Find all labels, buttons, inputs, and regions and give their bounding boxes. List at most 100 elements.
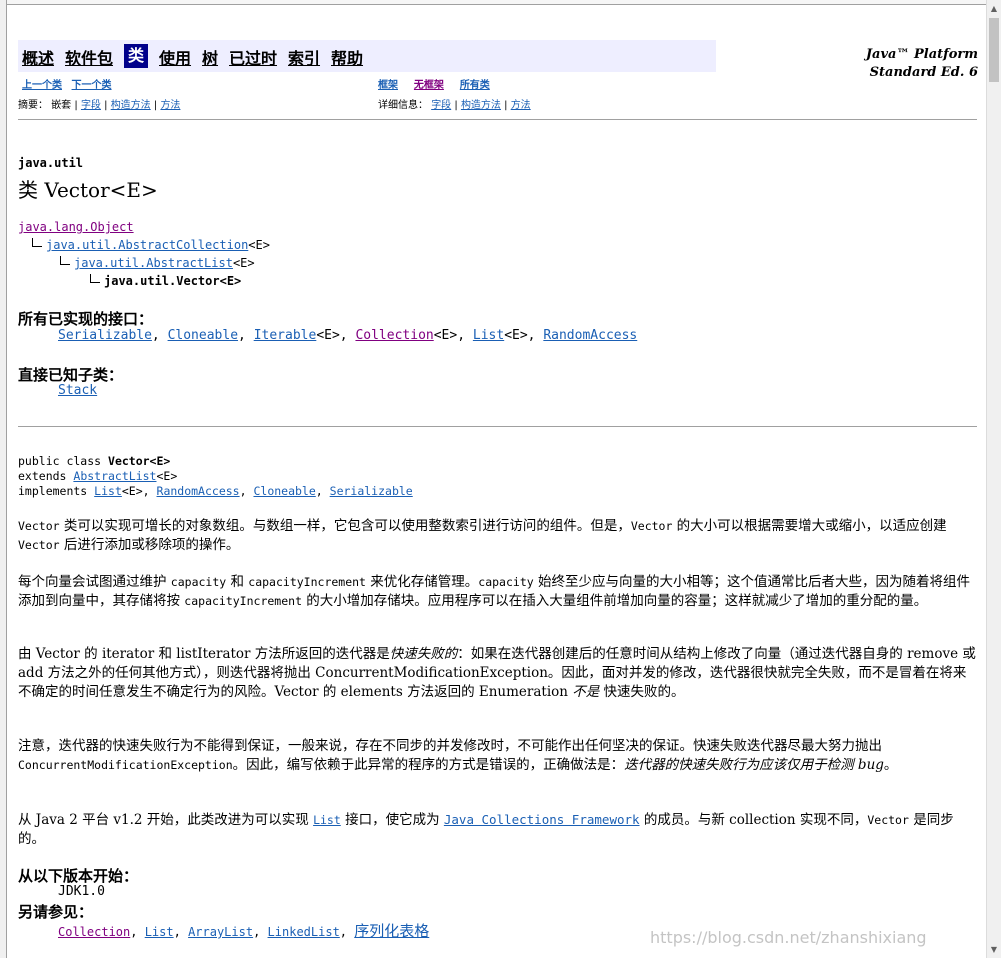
text: 来优化存储管理。 <box>365 574 479 590</box>
cloneable-link[interactable]: Cloneable <box>168 328 238 343</box>
scroll-up-arrow-icon[interactable]: ▲ <box>987 0 1001 17</box>
randomaccess-link[interactable]: RandomAccess <box>543 328 637 343</box>
code-capacity-increment: capacityIncrement <box>248 575 366 589</box>
comma: , <box>238 328 254 343</box>
generic-suffix: <E> <box>504 328 528 343</box>
code-vector: Vector <box>18 538 60 552</box>
frame-left-border <box>0 0 7 958</box>
interfaces-list: Serializable, Cloneable, Iterable<E>, Co… <box>58 328 637 343</box>
detail-constructor-link[interactable]: 构造方法 <box>461 100 501 111</box>
text: 的大小可以根据需要增大或缩小，以适应创建 <box>672 518 947 534</box>
collections-framework-link[interactable]: Java Collections Framework <box>444 812 640 827</box>
text: 每个向量会试图通过维护 <box>18 574 171 590</box>
comma: , <box>315 484 330 498</box>
summary-field-link[interactable]: 字段 <box>81 100 101 111</box>
nav-help[interactable]: 帮助 <box>331 45 363 69</box>
comma: , <box>339 925 355 939</box>
implements-randomaccess-link[interactable]: RandomAccess <box>157 484 240 498</box>
summary-nav: 摘要： 嵌套 | 字段 | 构造方法 | 方法 <box>18 96 180 111</box>
description-paragraph-1: Vector 类可以实现可增长的对象数组。与数组一样，它包含可以使用整数索引进行… <box>18 517 976 555</box>
frames-link[interactable]: 框架 <box>378 80 398 91</box>
subclasses-list: Stack <box>58 383 97 398</box>
code-exception: ConcurrentModificationException <box>18 758 233 772</box>
code-vector: Vector <box>18 519 60 533</box>
detail-method-link[interactable]: 方法 <box>511 100 531 111</box>
see-linkedlist-link[interactable]: LinkedList <box>268 925 340 939</box>
code-capacity-increment: capacityIncrement <box>184 594 302 608</box>
subnav-prev-next: 上一个类 下一个类 <box>22 76 112 91</box>
iterable-link[interactable]: Iterable <box>254 328 317 343</box>
signature-line-2: extends AbstractList<E> <box>18 469 177 483</box>
tree-corner-icon <box>90 274 100 283</box>
extends-abstractlist-link[interactable]: AbstractList <box>73 469 156 483</box>
nav-index[interactable]: 索引 <box>288 45 320 69</box>
prev-class-link[interactable]: 上一个类 <box>22 80 62 91</box>
next-class-link[interactable]: 下一个类 <box>72 80 112 91</box>
separator: | <box>104 100 108 111</box>
comma: , <box>339 328 356 343</box>
detail-field-link[interactable]: 字段 <box>431 100 451 111</box>
text: 由 Vector 的 iterator 和 listIterator 方法所返回… <box>18 646 390 662</box>
vertical-scrollbar[interactable]: ▲ ▼ <box>986 0 1001 958</box>
generic-suffix: <E> <box>121 484 143 498</box>
platform-line2: Standard Ed. 6 <box>869 65 978 80</box>
summary-method-link[interactable]: 方法 <box>160 100 180 111</box>
all-classes-link[interactable]: 所有类 <box>460 80 490 91</box>
implements-serializable-link[interactable]: Serializable <box>330 484 413 498</box>
see-serialized-form-link[interactable]: 序列化表格 <box>354 922 429 940</box>
nav-use[interactable]: 使用 <box>159 45 191 69</box>
object-link[interactable]: java.lang.Object <box>18 220 134 234</box>
separator: | <box>153 100 158 111</box>
see-list-link[interactable]: List <box>145 925 174 939</box>
extends-keyword: extends <box>18 469 74 483</box>
separator: | <box>74 100 78 111</box>
implements-list-link[interactable]: List <box>94 484 122 498</box>
description-paragraph-5: 从 Java 2 平台 v1.2 开始，此类改进为可以实现 List 接口，使它… <box>18 810 976 849</box>
description-paragraph-4: 注意，迭代器的快速失败行为不能得到保证，一般来说，存在不同步的并发修改时，不可能… <box>18 737 976 775</box>
generic-suffix: <E> <box>156 469 178 483</box>
hierarchy-level-1: java.util.AbstractCollection<E> <box>32 238 270 252</box>
comma: , <box>142 484 157 498</box>
nav-class-current: 类 <box>124 44 149 68</box>
see-arraylist-link[interactable]: ArrayList <box>188 925 253 939</box>
no-frames-link[interactable]: 无框架 <box>414 80 444 91</box>
tree-corner-icon <box>32 238 42 247</box>
summary-constructor-link[interactable]: 构造方法 <box>111 100 151 111</box>
collection-link[interactable]: Collection <box>355 328 433 343</box>
code-capacity: capacity <box>478 575 534 589</box>
text: 类可以实现可增长的对象数组。与数组一样，它包含可以使用整数索引进行访问的组件。但… <box>59 518 631 534</box>
summary-label: 摘要： <box>18 100 48 111</box>
scroll-down-arrow-icon[interactable]: ▼ <box>987 941 1001 958</box>
hierarchy-level-2: java.util.AbstractList<E> <box>60 256 255 270</box>
abstractcollection-link[interactable]: java.util.AbstractCollection <box>46 238 248 252</box>
description-paragraph-3: 由 Vector 的 iterator 和 listIterator 方法所返回… <box>18 645 976 702</box>
emphasis-not: 不是 <box>572 684 600 700</box>
see-collection-link[interactable]: Collection <box>58 925 130 939</box>
list-link[interactable]: List <box>473 328 504 343</box>
nav-package[interactable]: 软件包 <box>65 45 113 69</box>
implements-keyword: implements <box>18 484 95 498</box>
scroll-thumb[interactable] <box>989 18 999 82</box>
package-name: java.util <box>18 156 84 170</box>
csdn-watermark: https://blog.csdn.net/zhanshixiang <box>650 928 927 947</box>
nav-tree[interactable]: 树 <box>202 45 218 69</box>
text: 的成员。与新 collection 实现不同， <box>639 812 868 828</box>
generic-suffix: <E> <box>232 256 255 270</box>
emphasis-fail-fast: 快速失败的 <box>389 646 458 662</box>
implements-cloneable-link[interactable]: Cloneable <box>253 484 315 498</box>
nav-deprecated[interactable]: 已过时 <box>229 45 277 69</box>
subnav-frames: 框架 无框架 所有类 <box>378 76 490 91</box>
text: 的大小增加存储块。应用程序可以在插入大量组件前增加向量的容量；这样就减少了增加的… <box>302 593 928 609</box>
hierarchy-level-0: java.lang.Object <box>18 220 134 234</box>
code-vector: Vector <box>630 519 673 533</box>
abstractlist-link[interactable]: java.util.AbstractList <box>74 256 233 270</box>
detail-nav: 详细信息： 字段 | 构造方法 | 方法 <box>378 96 531 111</box>
list-interface-link[interactable]: List <box>313 813 341 827</box>
text: 和 <box>226 574 249 590</box>
nav-overview[interactable]: 概述 <box>22 45 54 69</box>
stack-link[interactable]: Stack <box>58 383 97 398</box>
signature-line-1: public class Vector<E> <box>18 454 170 468</box>
header-divider <box>18 119 977 120</box>
serializable-link[interactable]: Serializable <box>58 328 152 343</box>
since-label: 从以下版本开始： <box>18 867 139 885</box>
